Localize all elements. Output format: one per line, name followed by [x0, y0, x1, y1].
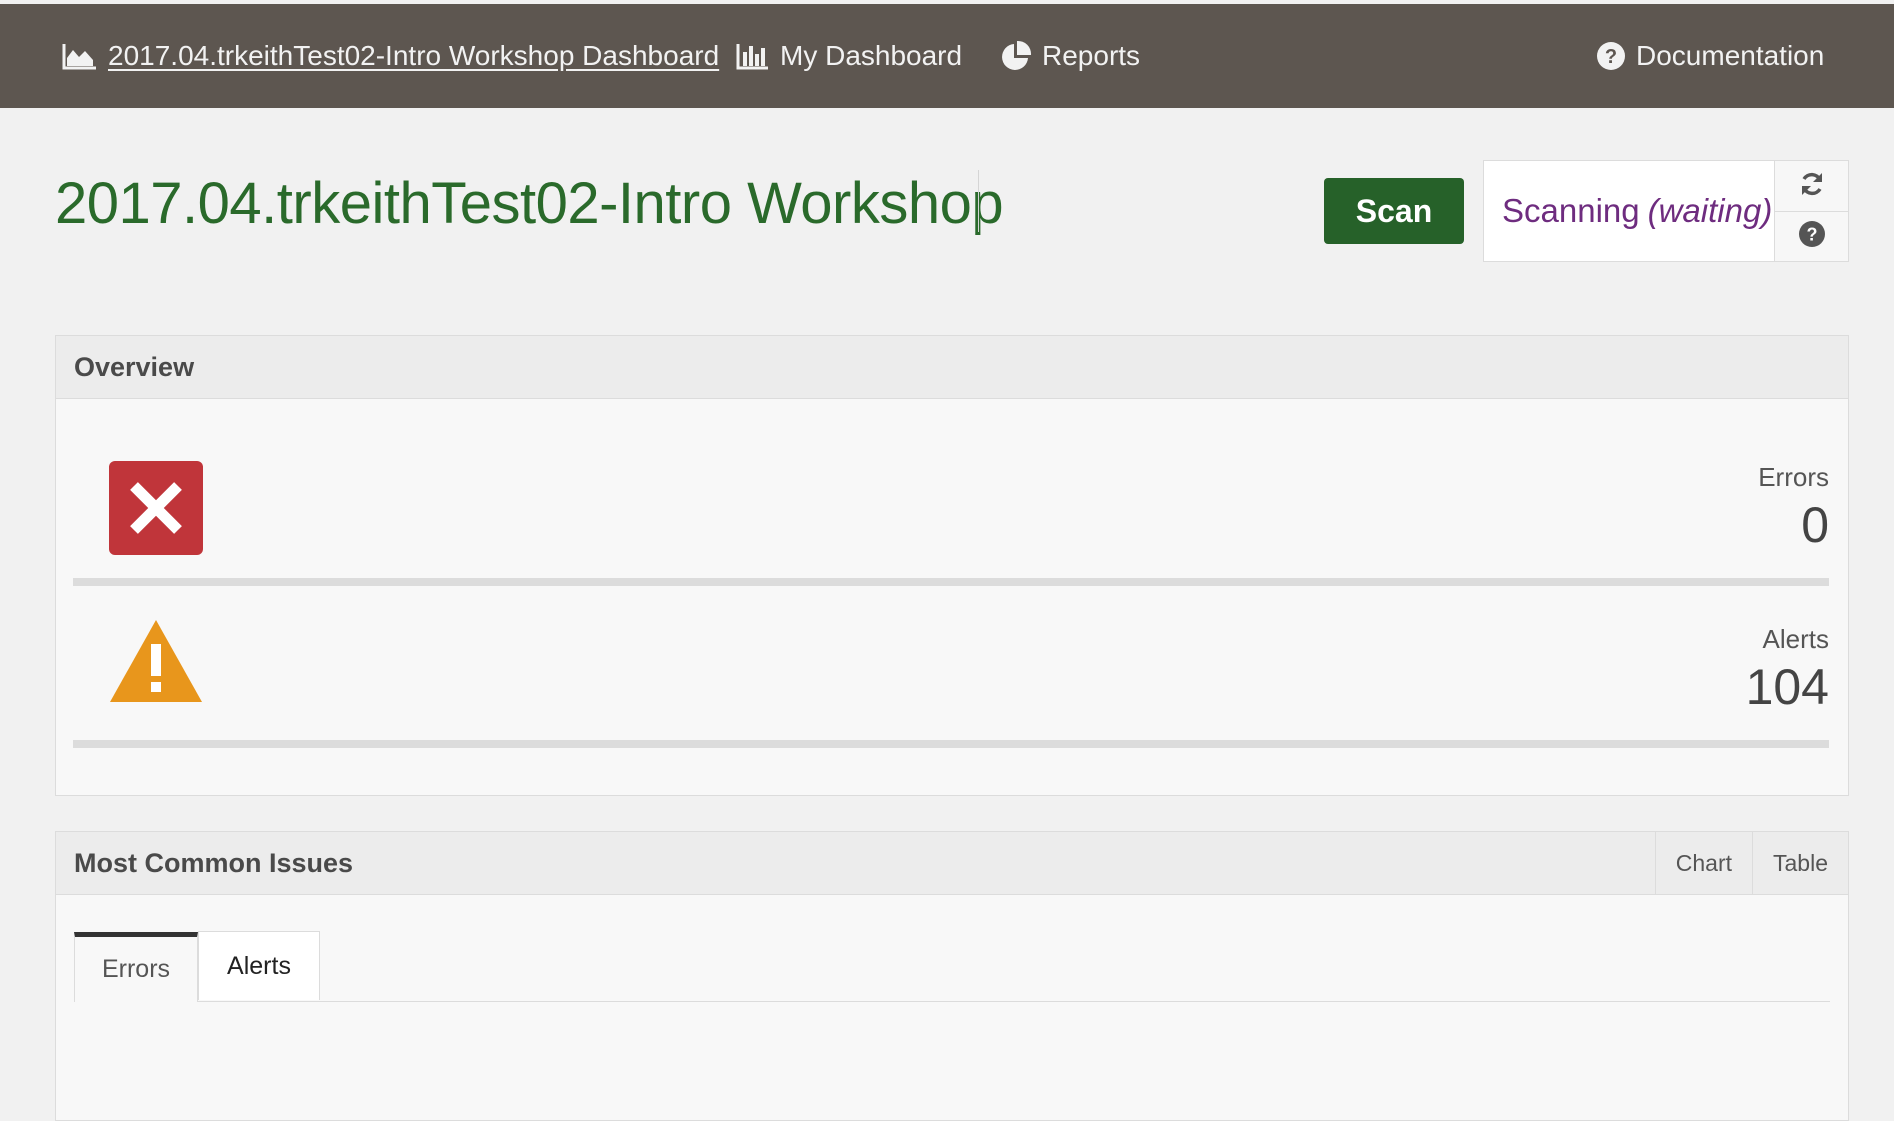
refresh-icon: [1798, 170, 1826, 203]
error-x-icon: [109, 461, 203, 560]
refresh-button[interactable]: [1775, 161, 1849, 211]
table-view-button[interactable]: Table: [1752, 832, 1848, 894]
errors-stat-row[interactable]: Errors 0: [73, 426, 1829, 586]
status-help-button[interactable]: ?: [1775, 211, 1849, 261]
nav-reports-link[interactable]: Reports: [1000, 4, 1140, 108]
area-chart-icon: [62, 42, 98, 70]
issues-heading: Most Common Issues: [74, 847, 354, 878]
nav-home-link[interactable]: 2017.04.trkeithTest02-Intro Workshop Das…: [62, 4, 719, 108]
errors-label: Errors: [1758, 462, 1829, 492]
status-actions: ?: [1774, 161, 1849, 261]
question-circle-icon: ?: [1596, 41, 1626, 71]
svg-text:?: ?: [1605, 46, 1617, 68]
alerts-stat-row[interactable]: Alerts 104: [73, 588, 1829, 748]
nav-documentation-label: Documentation: [1636, 40, 1825, 71]
alerts-count: 104: [1745, 659, 1829, 715]
issues-tabs: Errors Alerts: [74, 931, 1830, 1002]
nav-home-label: 2017.04.trkeithTest02-Intro Workshop Das…: [108, 40, 720, 71]
scan-status-state: (waiting): [1647, 192, 1773, 229]
alerts-divider: [73, 740, 1829, 748]
alerts-label: Alerts: [1762, 624, 1829, 654]
top-navbar: 2017.04.trkeithTest02-Intro Workshop Das…: [0, 4, 1894, 108]
nav-my-dashboard-link[interactable]: My Dashboard: [736, 4, 962, 108]
nav-reports-label: Reports: [1042, 40, 1141, 71]
page-title: 2017.04.trkeithTest02-Intro Workshop: [55, 171, 1004, 236]
bar-chart-icon: [736, 42, 770, 70]
svg-text:?: ?: [1807, 225, 1818, 245]
most-common-issues-panel: Most Common Issues Chart Table Errors Al…: [55, 831, 1849, 1121]
tab-alerts[interactable]: Alerts: [198, 931, 320, 1000]
question-circle-icon: ?: [1798, 220, 1826, 253]
overview-heading: Overview: [56, 336, 1848, 399]
nav-my-dashboard-label: My Dashboard: [780, 40, 963, 71]
errors-divider: [73, 578, 1829, 586]
scan-button[interactable]: Scan: [1324, 178, 1464, 244]
warning-triangle-icon: [109, 618, 203, 709]
scan-status-box: Scanning (waiting) ?: [1483, 160, 1849, 262]
nav-documentation-link[interactable]: ? Documentation: [1596, 4, 1824, 108]
errors-count: 0: [1801, 497, 1829, 553]
title-divider: [978, 170, 979, 232]
scan-status-text: Scanning (waiting): [1502, 161, 1772, 261]
pie-chart-icon: [1000, 40, 1032, 72]
chart-view-button[interactable]: Chart: [1654, 832, 1753, 894]
view-toggle: Chart Table: [1654, 832, 1848, 894]
tab-errors[interactable]: Errors: [74, 932, 198, 1002]
scan-status-prefix: Scanning: [1502, 192, 1640, 229]
issues-header: Most Common Issues Chart Table: [56, 832, 1848, 895]
